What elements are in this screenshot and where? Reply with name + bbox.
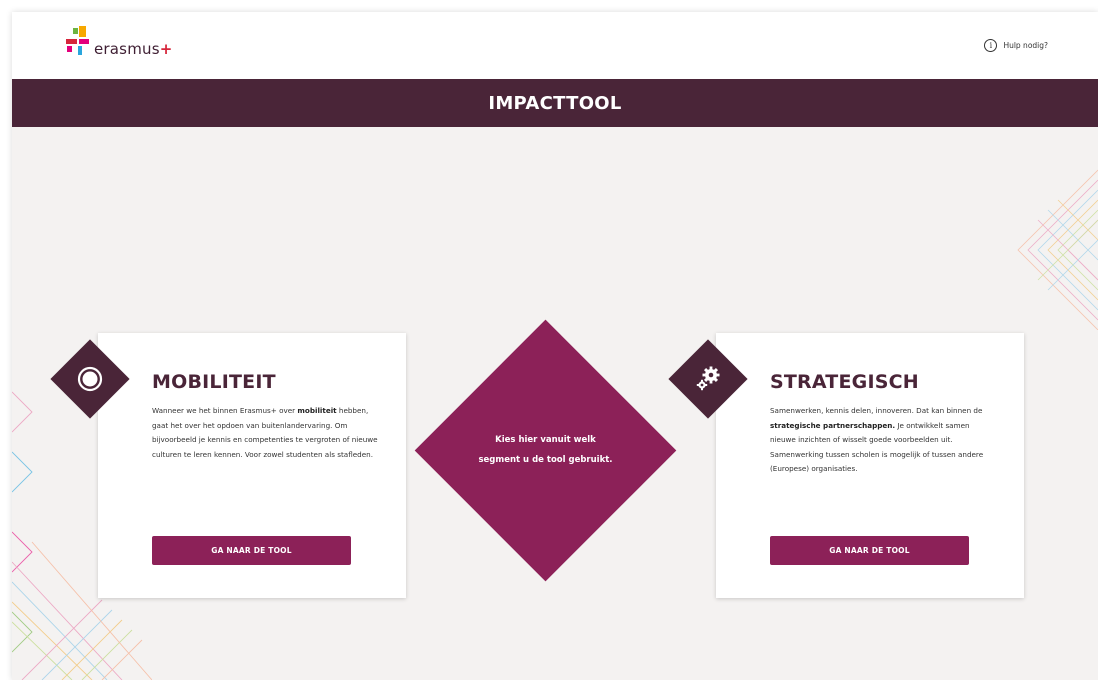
logo-text: erasmus [94, 40, 160, 58]
mobiliteit-title: MOBILITEIT [152, 371, 276, 393]
help-link[interactable]: i Hulp nodig? [984, 39, 1048, 52]
help-label: Hulp nodig? [1003, 41, 1048, 50]
strategisch-description: Samenwerken, kennis delen, innoveren. Da… [770, 404, 996, 477]
strategisch-card: STRATEGISCH Samenwerken, kennis delen, i… [716, 333, 1024, 598]
app-frame: erasmus+ i Hulp nodig? IMPACTTOOL MOBILI… [12, 12, 1098, 680]
logo-plus: + [159, 40, 173, 58]
mobiliteit-desc-part1: Wanneer we het binnen Erasmus+ over [152, 406, 298, 415]
circle-target-icon [62, 351, 118, 407]
gears-icon [680, 351, 736, 407]
segment-prompt-line1: Kies hier vanuit welk [495, 435, 596, 445]
top-bar: erasmus+ i Hulp nodig? [12, 12, 1098, 79]
logo-wordmark: erasmus+ [94, 40, 173, 58]
title-banner: IMPACTTOOL [12, 79, 1098, 127]
strategisch-desc-part1: Samenwerken, kennis delen, innoveren. Da… [770, 406, 983, 415]
crosshatch-pattern-right [1017, 169, 1098, 330]
mobiliteit-card: MOBILITEIT Wanneer we het binnen Erasmus… [98, 333, 406, 598]
segment-prompt: Kies hier vanuit welk segment u de tool … [442, 430, 649, 470]
strategisch-tool-button[interactable]: GA NAAR DE TOOL [770, 536, 969, 565]
info-icon: i [984, 39, 998, 52]
erasmus-logo[interactable]: erasmus+ [64, 26, 214, 66]
segment-prompt-line2: segment u de tool gebruikt. [478, 455, 613, 465]
page-title: IMPACTTOOL [488, 92, 622, 114]
mobiliteit-description: Wanneer we het binnen Erasmus+ over mobi… [152, 404, 378, 462]
erasmus-logo-mark-icon [66, 26, 89, 55]
strategisch-desc-bold: strategische partnerschappen. [770, 420, 896, 430]
mobiliteit-desc-bold: mobiliteit [297, 406, 337, 415]
mobiliteit-tool-button[interactable]: GA NAAR DE TOOL [152, 536, 351, 565]
strategisch-title: STRATEGISCH [770, 371, 919, 393]
